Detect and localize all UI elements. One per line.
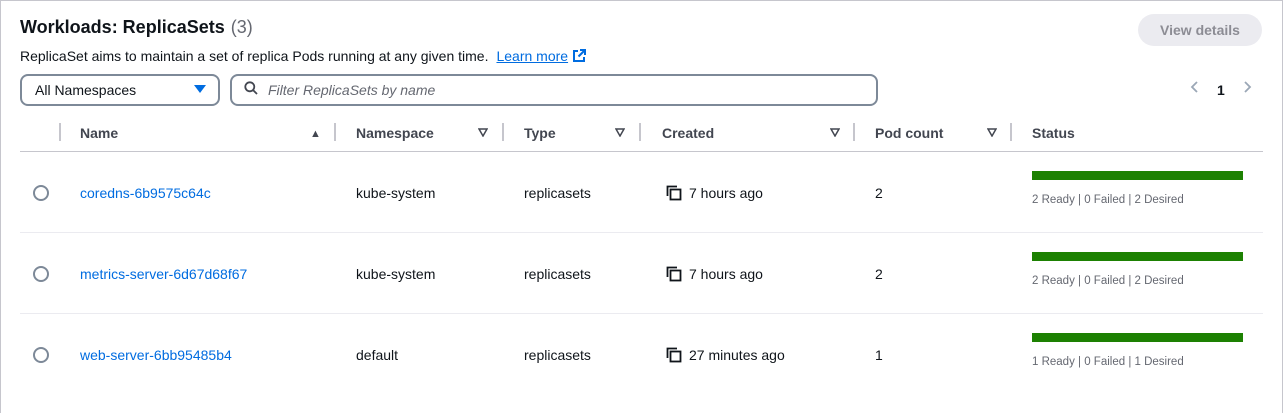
column-header-created[interactable]: Created — [662, 125, 714, 141]
column-separator[interactable] — [639, 123, 641, 141]
created-cell: 7 hours ago — [666, 266, 763, 282]
namespace-cell: kube-system — [356, 266, 436, 282]
filter-input[interactable] — [268, 82, 848, 98]
sort-descending-icon[interactable] — [986, 128, 998, 140]
row-select-radio[interactable] — [33, 185, 49, 201]
pod-count-cell: 2 — [875, 185, 883, 201]
current-page[interactable]: 1 — [1217, 82, 1225, 98]
previous-page-icon[interactable] — [1187, 80, 1203, 99]
replicaset-name-link[interactable]: metrics-server-6d67d68f67 — [80, 266, 247, 282]
column-separator — [59, 123, 61, 141]
pagination: 1 — [1187, 80, 1255, 99]
column-header-type[interactable]: Type — [524, 125, 556, 141]
sort-descending-icon[interactable] — [477, 128, 489, 140]
pod-count-cell: 2 — [875, 266, 883, 282]
created-value: 27 minutes ago — [689, 347, 785, 363]
namespace-cell: kube-system — [356, 185, 436, 201]
next-page-icon[interactable] — [1239, 80, 1255, 99]
type-cell: replicasets — [524, 347, 591, 363]
created-cell: 7 hours ago — [666, 185, 763, 201]
replicasets-panel: Workloads: ReplicaSets (3) ReplicaSet ai… — [0, 0, 1283, 413]
pod-count-cell: 1 — [875, 347, 883, 363]
learn-more-link[interactable]: Learn more — [496, 48, 568, 64]
caret-down-icon — [194, 85, 206, 93]
search-icon — [244, 80, 258, 100]
filter-field[interactable] — [230, 74, 878, 106]
external-link-icon[interactable] — [572, 49, 587, 63]
namespace-select-value: All Namespaces — [35, 82, 137, 98]
type-cell: replicasets — [524, 266, 591, 282]
table-row[interactable]: coredns-6b9575c64c kube-system replicase… — [20, 152, 1263, 233]
status-text: 2 Ready | 0 Failed | 2 Desired — [1032, 194, 1184, 206]
row-select-radio[interactable] — [33, 266, 49, 282]
status-progress-bar — [1032, 333, 1243, 342]
status-text: 1 Ready | 0 Failed | 1 Desired — [1032, 356, 1184, 368]
view-details-button[interactable]: View details — [1138, 14, 1262, 46]
item-count: (3) — [230, 17, 253, 37]
status-progress-bar — [1032, 252, 1243, 261]
created-cell: 27 minutes ago — [666, 347, 785, 363]
column-header-status: Status — [1032, 125, 1075, 141]
table-row[interactable]: metrics-server-6d67d68f67 kube-system re… — [20, 233, 1263, 314]
created-value: 7 hours ago — [689, 266, 763, 282]
column-separator[interactable] — [853, 123, 855, 141]
page-title: Workloads: ReplicaSets — [20, 17, 225, 37]
sort-ascending-icon[interactable]: ▲ — [310, 128, 321, 140]
replicaset-name-link[interactable]: web-server-6bb95485b4 — [80, 347, 232, 363]
column-header-namespace[interactable]: Namespace — [356, 125, 434, 141]
status-progress-bar — [1032, 171, 1243, 180]
status-text: 2 Ready | 0 Failed | 2 Desired — [1032, 275, 1184, 287]
page-header: Workloads: ReplicaSets (3) — [20, 17, 253, 38]
page-description: ReplicaSet aims to maintain a set of rep… — [20, 48, 587, 64]
type-cell: replicasets — [524, 185, 591, 201]
column-header-pod-count[interactable]: Pod count — [875, 125, 943, 141]
table-row[interactable]: web-server-6bb95485b4 default replicaset… — [20, 314, 1263, 395]
row-select-radio[interactable] — [33, 347, 49, 363]
namespace-cell: default — [356, 347, 399, 363]
created-value: 7 hours ago — [689, 185, 763, 201]
copy-icon[interactable] — [666, 185, 682, 201]
column-separator[interactable] — [502, 123, 504, 141]
column-separator[interactable] — [1010, 123, 1012, 141]
table-header: Name ▲ Namespace Type Created Pod count … — [20, 119, 1263, 152]
copy-icon[interactable] — [666, 266, 682, 282]
replicaset-name-link[interactable]: coredns-6b9575c64c — [80, 185, 211, 201]
sort-descending-icon[interactable] — [614, 128, 626, 140]
column-header-name[interactable]: Name — [80, 125, 118, 141]
column-separator[interactable] — [334, 123, 336, 141]
copy-icon[interactable] — [666, 347, 682, 363]
namespace-select[interactable]: All Namespaces — [20, 74, 220, 106]
description-text: ReplicaSet aims to maintain a set of rep… — [20, 48, 489, 64]
sort-descending-icon[interactable] — [829, 128, 841, 140]
